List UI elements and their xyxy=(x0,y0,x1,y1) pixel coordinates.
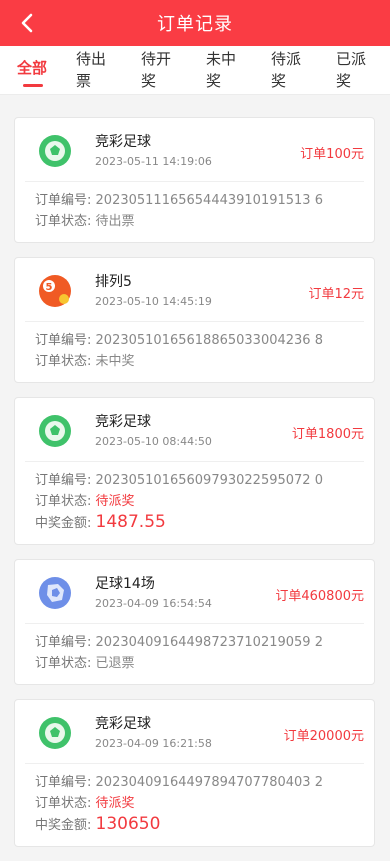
order-amount: 订单460800元 xyxy=(275,589,364,604)
order-status-label: 订单状态: xyxy=(35,214,92,229)
prize-amount-row: 中奖金额: 130650 xyxy=(35,814,374,836)
svg-text:5: 5 xyxy=(46,282,53,293)
game-name: 竞彩足球 xyxy=(95,134,151,150)
order-time: 2023-04-09 16:54:54 xyxy=(95,597,212,610)
order-status: 待出票 xyxy=(95,214,135,229)
lottery-5-icon: 5 xyxy=(39,275,71,307)
order-time: 2023-04-09 16:21:58 xyxy=(95,737,212,750)
order-number-row: 订单编号: 20230510165618865033004236 8 xyxy=(35,330,374,351)
order-card[interactable]: 竞彩足球 2023-04-09 16:21:58 订单20000元 订单编号: … xyxy=(14,699,375,847)
active-tab-indicator xyxy=(23,84,43,87)
order-time: 2023-05-11 14:19:06 xyxy=(95,155,212,168)
app-header: 订单记录 xyxy=(0,0,390,46)
order-status-label: 订单状态: xyxy=(35,354,92,369)
order-card[interactable]: 足球14场 2023-04-09 16:54:54 订单460800元 订单编号… xyxy=(14,559,375,685)
tab-pending-draw[interactable]: 待开奖 xyxy=(141,48,181,92)
order-status-row: 订单状态: 待派奖 xyxy=(35,793,374,814)
tab-all[interactable]: 全部 xyxy=(17,57,47,79)
order-amount: 订单100元 xyxy=(300,147,364,162)
soccer-ball-icon xyxy=(39,415,71,447)
order-amount: 订单20000元 xyxy=(283,729,364,744)
order-number-label: 订单编号: xyxy=(35,775,92,790)
order-number-row: 订单编号: 20230511165654443910191513 6 xyxy=(35,190,374,211)
order-card[interactable]: 5 排列5 2023-05-10 14:45:19 订单12元 订单编号: 20… xyxy=(14,257,375,383)
tab-pending-payout[interactable]: 待派奖 xyxy=(271,48,311,92)
status-tabs: 全部 待出票 待开奖 未中奖 待派奖 已派奖 xyxy=(0,46,390,95)
order-status-label: 订单状态: xyxy=(35,796,92,811)
game-name: 竞彩足球 xyxy=(95,716,151,732)
prize-amount: 130650 xyxy=(95,814,161,834)
prize-amount-label: 中奖金额: xyxy=(35,516,92,531)
order-time: 2023-05-10 14:45:19 xyxy=(95,295,212,308)
soccer-ball-icon xyxy=(39,717,71,749)
prize-amount-label: 中奖金额: xyxy=(35,818,92,833)
back-arrow-icon[interactable] xyxy=(16,11,40,35)
order-number: 20230510165609793022595072 0 xyxy=(95,473,323,488)
order-status-row: 订单状态: 未中奖 xyxy=(35,351,374,372)
order-number-row: 订单编号: 20230510165609793022595072 0 xyxy=(35,470,374,491)
order-number-label: 订单编号: xyxy=(35,473,92,488)
order-card[interactable]: 竞彩足球 2023-05-10 08:44:50 订单1800元 订单编号: 2… xyxy=(14,397,375,545)
order-number-label: 订单编号: xyxy=(35,635,92,650)
tab-not-won[interactable]: 未中奖 xyxy=(206,48,246,92)
order-list: 竞彩足球 2023-05-11 14:19:06 订单100元 订单编号: 20… xyxy=(14,117,375,861)
game-name: 足球14场 xyxy=(95,576,155,592)
football-14-icon xyxy=(39,577,71,609)
game-name: 竞彩足球 xyxy=(95,414,151,430)
order-number: 20230511165654443910191513 6 xyxy=(95,193,323,208)
order-amount: 订单1800元 xyxy=(291,427,364,442)
game-name: 排列5 xyxy=(95,274,132,290)
order-number-label: 订单编号: xyxy=(35,193,92,208)
order-number-label: 订单编号: xyxy=(35,333,92,348)
soccer-ball-icon xyxy=(39,135,71,167)
order-number-row: 订单编号: 20230409164497894707780403 2 xyxy=(35,772,374,793)
prize-amount: 1487.55 xyxy=(95,512,166,532)
order-number: 20230409164498723710219059 2 xyxy=(95,635,323,650)
order-time: 2023-05-10 08:44:50 xyxy=(95,435,212,448)
order-number: 20230409164497894707780403 2 xyxy=(95,775,323,790)
order-status: 已退票 xyxy=(95,656,135,671)
order-number-row: 订单编号: 20230409164498723710219059 2 xyxy=(35,632,374,653)
order-status-row: 订单状态: 已退票 xyxy=(35,653,374,674)
order-amount: 订单12元 xyxy=(308,287,364,302)
order-status: 未中奖 xyxy=(95,354,135,369)
prize-amount-row: 中奖金额: 1487.55 xyxy=(35,512,374,534)
tab-pending-ticket[interactable]: 待出票 xyxy=(76,48,116,92)
order-status: 待派奖 xyxy=(95,796,135,811)
order-status: 待派奖 xyxy=(95,494,135,509)
order-number: 20230510165618865033004236 8 xyxy=(95,333,323,348)
page-title: 订单记录 xyxy=(157,14,233,35)
order-status-label: 订单状态: xyxy=(35,494,92,509)
order-status-row: 订单状态: 待出票 xyxy=(35,211,374,232)
order-card[interactable]: 竞彩足球 2023-05-11 14:19:06 订单100元 订单编号: 20… xyxy=(14,117,375,243)
order-status-row: 订单状态: 待派奖 xyxy=(35,491,374,512)
tab-paid-out[interactable]: 已派奖 xyxy=(336,48,376,92)
order-status-label: 订单状态: xyxy=(35,656,92,671)
